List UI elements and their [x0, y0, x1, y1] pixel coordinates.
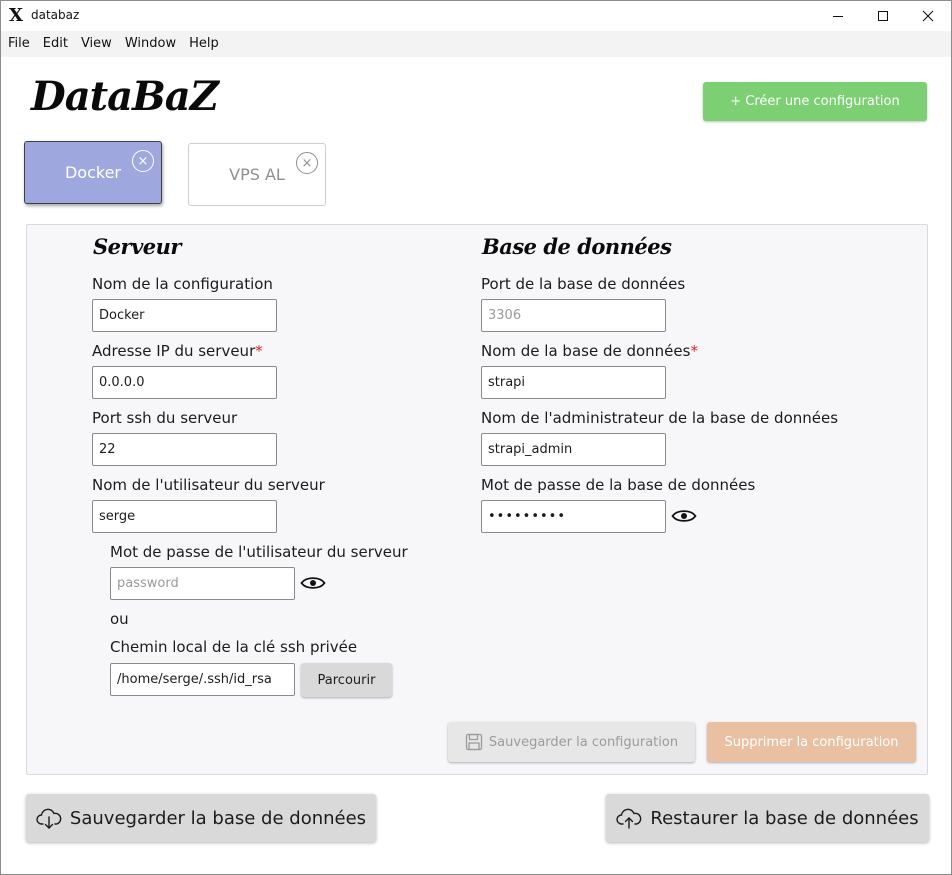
server-ip-input[interactable]: 0.0.0.0: [92, 366, 277, 399]
ssh-key-path-label: Chemin local de la clé ssh privée: [110, 638, 358, 656]
db-password-input[interactable]: •••••••••: [481, 500, 666, 533]
delete-config-button[interactable]: Supprimer la configuration: [707, 722, 916, 762]
ssh-port-input[interactable]: 22: [92, 433, 277, 466]
menu-help[interactable]: Help: [189, 31, 219, 57]
window-title: databaz: [31, 8, 80, 22]
title-bar: X databaz: [1, 1, 951, 31]
database-section-title: Base de données: [482, 234, 672, 259]
menu-edit[interactable]: Edit: [43, 31, 68, 57]
menu-bar: File Edit View Window Help: [1, 31, 951, 57]
server-password-label: Mot de passe de l'utilisateur du serveur: [110, 543, 408, 561]
config-tab-label: Docker: [64, 163, 122, 182]
db-name-label: Nom de la base de données*: [481, 342, 698, 360]
backup-database-button[interactable]: Sauvegarder la base de données: [26, 794, 376, 842]
maximize-icon: [878, 11, 888, 21]
menu-view[interactable]: View: [81, 31, 112, 57]
config-name-label: Nom de la configuration: [92, 275, 273, 293]
db-admin-input[interactable]: strapi_admin: [481, 433, 666, 466]
cloud-upload-icon: [616, 808, 642, 829]
ssh-key-path-input[interactable]: /home/serge/.ssh/id_rsa: [110, 663, 295, 696]
db-name-label-text: Nom de la base de données: [481, 342, 691, 360]
save-config-label: Sauvegarder la configuration: [488, 734, 679, 750]
required-marker: *: [255, 342, 263, 360]
db-port-label: Port de la base de données: [481, 275, 686, 293]
menu-file[interactable]: File: [8, 31, 30, 57]
backup-database-label: Sauvegarder la base de données: [69, 807, 367, 829]
server-section-title: Serveur: [93, 234, 182, 259]
maximize-button[interactable]: [860, 1, 906, 31]
create-config-button[interactable]: + Créer une configuration: [703, 82, 927, 121]
minimize-icon: [833, 16, 843, 17]
menu-window[interactable]: Window: [125, 31, 176, 57]
close-tab-icon[interactable]: ×: [296, 152, 318, 174]
cloud-download-icon: [36, 808, 62, 829]
close-tab-icon[interactable]: ×: [132, 150, 154, 172]
app-window: X databaz File Edit View Window Help Dat…: [0, 0, 952, 875]
show-password-icon[interactable]: [300, 575, 326, 591]
browse-button[interactable]: Parcourir: [301, 663, 392, 697]
app-logo-icon: X: [9, 5, 23, 26]
server-ip-label-text: Adresse IP du serveur: [92, 342, 256, 360]
server-user-input[interactable]: serge: [92, 500, 277, 533]
config-name-input[interactable]: Docker: [92, 299, 277, 332]
db-password-label: Mot de passe de la base de données: [481, 476, 756, 494]
minimize-button[interactable]: [815, 1, 861, 31]
show-password-icon[interactable]: [671, 508, 697, 524]
db-admin-label: Nom de l'administrateur de la base de do…: [481, 409, 839, 427]
close-icon: [922, 10, 934, 22]
close-window-button[interactable]: [905, 1, 951, 31]
config-tab-docker[interactable]: Docker ×: [24, 141, 162, 204]
or-text: ou: [110, 610, 129, 628]
server-user-label: Nom de l'utilisateur du serveur: [92, 476, 325, 494]
server-ip-label: Adresse IP du serveur*: [92, 342, 263, 360]
floppy-disk-icon: [465, 733, 483, 751]
app-logo: DataBaZ: [31, 73, 219, 120]
ssh-port-label: Port ssh du serveur: [92, 409, 238, 427]
db-name-input[interactable]: strapi: [481, 366, 666, 399]
config-tab-label: VPS AL: [229, 165, 285, 184]
restore-database-button[interactable]: Restaurer la base de données: [606, 794, 929, 842]
required-marker: *: [690, 342, 698, 360]
restore-database-label: Restaurer la base de données: [650, 807, 919, 829]
save-config-button[interactable]: Sauvegarder la configuration: [448, 722, 695, 762]
db-port-input[interactable]: 3306: [481, 299, 666, 332]
config-tab-vps-al[interactable]: VPS AL ×: [188, 143, 326, 206]
server-password-input[interactable]: password: [110, 567, 295, 600]
